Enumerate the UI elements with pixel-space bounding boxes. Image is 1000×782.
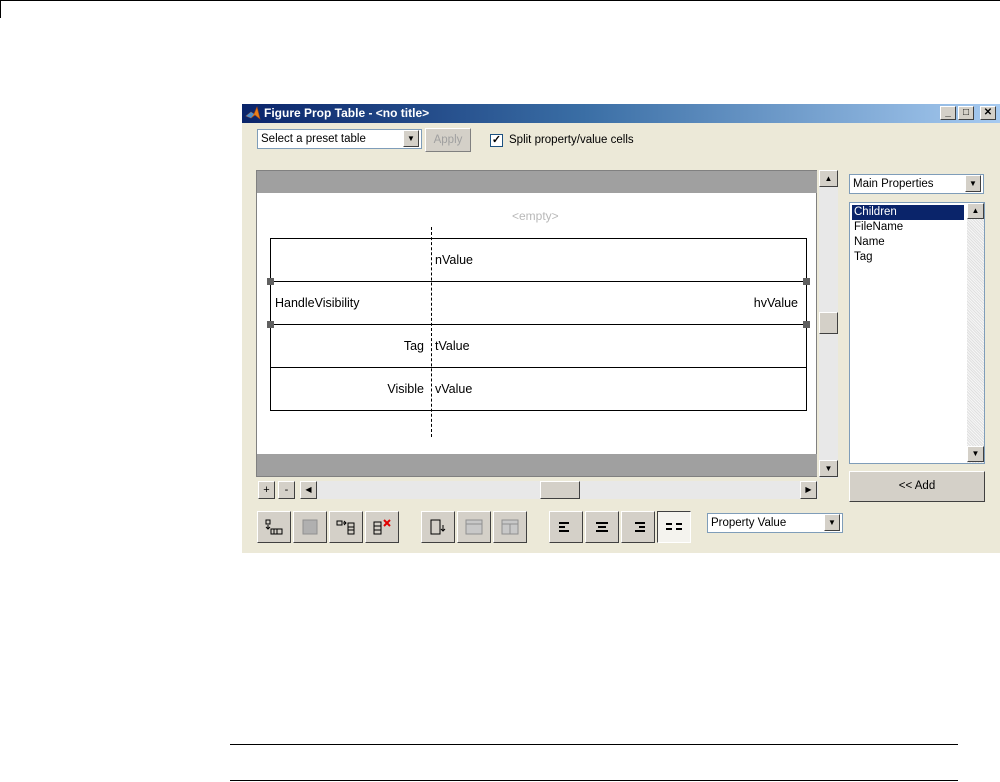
delete-row-button[interactable]	[293, 511, 327, 543]
chevron-down-icon[interactable]: ▼	[965, 175, 981, 192]
selection-handle[interactable]	[803, 321, 810, 328]
apply-button-label: Apply	[433, 134, 463, 146]
horizontal-scroll-thumb[interactable]	[540, 481, 580, 499]
plus-icon: +	[263, 484, 270, 496]
minimize-button[interactable]: _	[940, 106, 956, 120]
alignment-select-value: Property Value	[711, 517, 787, 529]
maximize-icon: □	[962, 107, 970, 118]
property-listbox[interactable]: Children FileName Name Tag ▲ ▼	[849, 202, 985, 464]
table-row-line	[270, 281, 807, 282]
list-item[interactable]: Children	[852, 205, 964, 220]
zoom-in-button[interactable]: +	[258, 481, 275, 499]
figure-prop-table-window: Figure Prop Table - <no title> _ □ ✕ Sel…	[242, 104, 1000, 553]
table-cell-value[interactable]: vValue	[435, 382, 472, 396]
scroll-down-icon[interactable]: ▼	[967, 446, 984, 462]
insert-column-icon	[336, 520, 355, 535]
list-item[interactable]: FileName	[852, 220, 964, 235]
list-item[interactable]: Name	[852, 235, 964, 250]
table-cell-property[interactable]: HandleVisibility	[275, 296, 360, 310]
add-property-button[interactable]: << Add	[849, 471, 985, 502]
maximize-button[interactable]: □	[958, 106, 974, 120]
scroll-right-icon[interactable]: ▶	[800, 481, 817, 499]
zoom-out-button[interactable]: -	[278, 481, 295, 499]
table-row-line	[270, 367, 807, 368]
table-border-top	[270, 238, 807, 239]
canvas-footer-band	[257, 454, 817, 476]
selection-handle[interactable]	[267, 278, 274, 285]
page-top-rule	[0, 0, 1000, 1]
table-cell-property[interactable]: Visible	[387, 382, 424, 396]
table-row-line	[270, 324, 807, 325]
alignment-mode-select[interactable]: Property Value ▼	[707, 513, 843, 533]
delete-column-button[interactable]	[365, 511, 399, 543]
apply-button[interactable]: Apply	[425, 128, 471, 152]
close-button[interactable]: ✕	[980, 106, 996, 120]
category-select-value: Main Properties	[853, 178, 934, 190]
insert-cell-button[interactable]	[421, 511, 455, 543]
align-split-icon	[666, 523, 682, 530]
canvas-header-band	[257, 171, 817, 193]
table-cell-value[interactable]: tValue	[435, 339, 470, 353]
matlab-logo-icon	[245, 106, 261, 120]
vertical-scroll-thumb[interactable]	[819, 312, 838, 334]
insert-row-button[interactable]	[257, 511, 291, 543]
vertical-scrollbar[interactable]: ▲ ▼	[819, 170, 838, 478]
empty-placeholder: <empty>	[512, 209, 559, 223]
align-left-icon	[559, 522, 569, 532]
close-icon: ✕	[983, 107, 993, 118]
chevron-down-icon[interactable]: ▼	[824, 514, 840, 531]
merge-cells-icon	[465, 519, 483, 535]
scroll-up-icon[interactable]: ▲	[819, 170, 838, 187]
minimize-icon: _	[945, 107, 951, 118]
merge-cells-button[interactable]	[457, 511, 491, 543]
window-title: Figure Prop Table - <no title>	[264, 106, 430, 120]
page-rule-top	[230, 744, 958, 745]
page-rule-bottom	[230, 780, 958, 781]
insert-row-icon	[265, 519, 283, 535]
page-margin-tick	[0, 0, 1, 18]
align-center-icon	[596, 522, 608, 532]
column-divider-guide	[431, 227, 432, 437]
align-right-icon	[635, 522, 645, 532]
scroll-up-icon[interactable]: ▲	[967, 203, 984, 219]
table-cell-value[interactable]: nValue	[435, 253, 473, 267]
align-left-button[interactable]	[549, 511, 583, 543]
selection-handle[interactable]	[803, 278, 810, 285]
align-center-button[interactable]	[585, 511, 619, 543]
split-cells-label: Split property/value cells	[509, 134, 634, 146]
delete-column-icon	[373, 519, 391, 535]
insert-column-button[interactable]	[329, 511, 363, 543]
split-cells-icon	[501, 519, 519, 535]
add-button-label: << Add	[898, 480, 936, 492]
preset-select-value: Select a preset table	[261, 133, 366, 145]
property-category-select[interactable]: Main Properties ▼	[849, 174, 984, 194]
list-scrollbar[interactable]: ▲ ▼	[967, 203, 984, 463]
split-cells-checkbox[interactable]: ✓	[490, 134, 503, 147]
align-split-button[interactable]	[657, 511, 691, 543]
chevron-down-icon[interactable]: ▼	[403, 130, 419, 147]
selection-handle[interactable]	[267, 321, 274, 328]
table-canvas[interactable]: <empty> nValue HandleVisibility hvValue …	[256, 170, 817, 477]
scroll-left-icon[interactable]: ◀	[300, 481, 317, 499]
insert-cell-icon	[430, 519, 446, 535]
delete-row-icon	[302, 519, 318, 535]
table-cell-value[interactable]: hvValue	[754, 296, 798, 310]
scroll-down-icon[interactable]: ▼	[819, 460, 838, 477]
table-border-bottom	[270, 410, 807, 411]
checkmark-icon: ✓	[491, 134, 502, 146]
table-cell-property[interactable]: Tag	[404, 339, 424, 353]
align-right-button[interactable]	[621, 511, 655, 543]
preset-table-select[interactable]: Select a preset table ▼	[257, 129, 422, 149]
minus-icon: -	[284, 484, 289, 496]
split-cells-button[interactable]	[493, 511, 527, 543]
list-item[interactable]: Tag	[852, 250, 964, 265]
horizontal-scrollbar[interactable]: ◀ ▶	[300, 481, 818, 499]
title-bar[interactable]: Figure Prop Table - <no title> _ □ ✕	[242, 104, 1000, 123]
